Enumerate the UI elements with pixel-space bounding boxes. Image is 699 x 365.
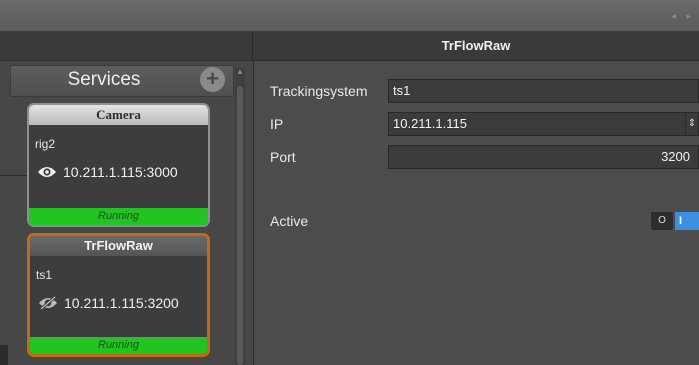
add-service-button[interactable]: + — [200, 67, 225, 92]
ip-field[interactable]: 10.211.1.115 ⇕ — [388, 112, 699, 136]
status-badge: Running — [29, 208, 208, 225]
service-card-camera[interactable]: Camera rig2 10.211.1.115:3000 Running — [27, 103, 210, 227]
toggle-off-label: O — [651, 212, 673, 230]
trackingsystem-field[interactable]: ts1 — [388, 79, 699, 103]
card-title: Camera — [29, 105, 208, 125]
services-title: Services — [67, 69, 141, 90]
card-title: TrFlowRaw — [30, 236, 207, 256]
properties-pane — [253, 61, 699, 365]
eye-slash-icon[interactable] — [38, 295, 58, 313]
nav-arrows[interactable]: ◂ ▸ — [671, 11, 695, 22]
status-badge: Running — [30, 337, 207, 354]
card-subtitle: ts1 — [36, 268, 53, 282]
scroll-up-icon[interactable]: ▲ — [236, 67, 244, 76]
port-value: 3200 — [661, 149, 690, 164]
card-address: 10.211.1.115:3200 — [64, 295, 179, 311]
trackingsystem-label: Trackingsystem — [270, 83, 368, 99]
ip-value: 10.211.1.115 — [393, 116, 467, 131]
port-field[interactable]: 3200 — [388, 145, 699, 169]
scrollbar-thumb[interactable] — [237, 86, 243, 365]
card-subtitle: rig2 — [35, 137, 56, 151]
card-address-row: 10.211.1.115:3200 — [38, 295, 179, 313]
ip-label: IP — [270, 116, 284, 132]
card-address-row: 10.211.1.115:3000 — [37, 164, 178, 182]
toggle-on-label: I — [675, 212, 699, 230]
trackingsystem-value: ts1 — [393, 83, 411, 98]
divider — [0, 345, 8, 365]
panel-title: TrFlowRaw — [441, 38, 511, 53]
window-titlebar: ◂ ▸ — [0, 0, 699, 32]
service-card-trflowraw[interactable]: TrFlowRaw ts1 10.211.1.115:3200 Running — [27, 233, 210, 357]
plus-circle-icon: + — [206, 66, 219, 91]
divider — [0, 175, 27, 176]
port-label: Port — [270, 149, 296, 165]
card-address: 10.211.1.115:3000 — [63, 164, 178, 180]
eye-icon[interactable] — [37, 165, 57, 182]
ip-spinner-icon[interactable]: ⇕ — [685, 113, 698, 135]
active-toggle[interactable]: O I — [651, 212, 699, 230]
active-label: Active — [270, 213, 309, 229]
